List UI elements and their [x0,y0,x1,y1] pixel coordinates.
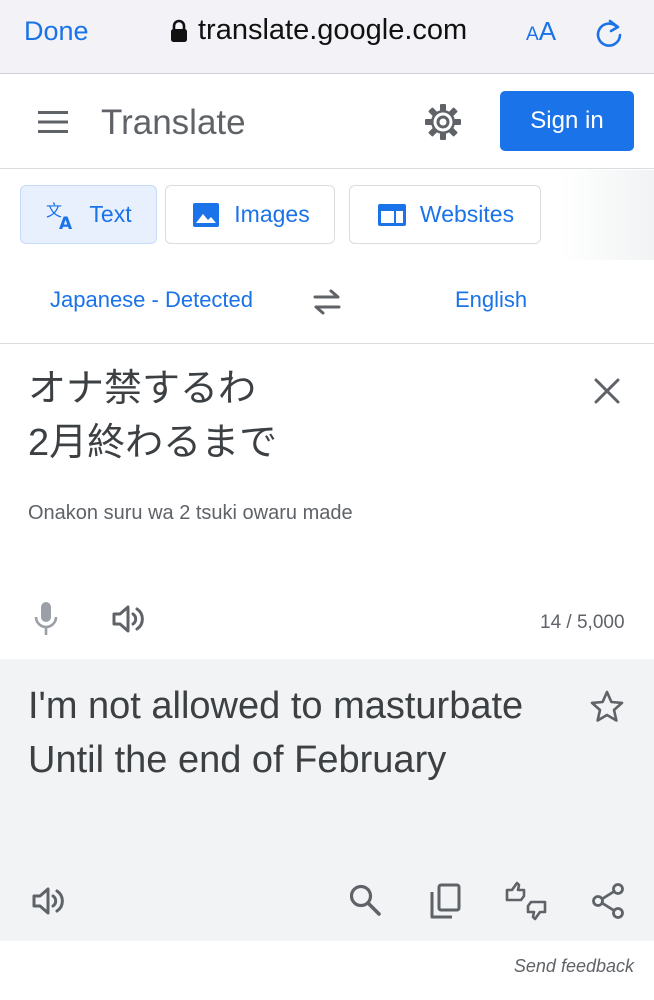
share-icon[interactable] [590,882,626,920]
close-icon[interactable] [593,377,621,405]
menu-icon[interactable] [36,108,70,136]
image-icon [193,202,220,227]
search-icon[interactable] [348,883,382,917]
done-button[interactable]: Done [24,16,89,47]
gear-icon[interactable] [423,102,463,142]
lock-icon [171,19,187,42]
swap-languages-icon[interactable] [311,286,343,318]
source-romanization: Onakon suru wa 2 tsuki owaru made [28,502,353,524]
app-title: Translate [101,103,246,142]
tab-images-label: Images [234,201,310,227]
reload-icon[interactable] [594,17,624,49]
tabs-scroll-fade [560,170,654,260]
text-size-large-label: A [538,16,557,46]
tab-images[interactable]: Images [165,185,335,244]
text-size-small-label: A [526,24,539,45]
microphone-icon[interactable] [31,600,61,638]
source-language-button[interactable]: Japanese - Detected [50,287,253,313]
website-icon [377,203,406,226]
target-language-button[interactable]: English [455,287,527,313]
rate-translation-icon[interactable] [504,880,548,922]
tab-websites-label: Websites [419,201,515,227]
tab-text[interactable]: 文 A Text [20,185,157,244]
send-feedback-link[interactable]: Send feedback [514,956,634,977]
svg-text:A: A [59,214,73,231]
translation-output: I'm not allowed to masturbate Until the … [28,685,524,781]
tab-websites[interactable]: Websites [349,185,541,244]
translate-icon: 文 A [46,201,73,231]
tab-text-label: Text [89,201,132,227]
copy-icon[interactable] [428,882,462,920]
url-text: translate.google.com [198,14,468,46]
text-size-button[interactable]: AA [526,16,556,47]
divider [0,343,654,344]
app-header: Translate Sign in [0,75,654,169]
star-icon[interactable] [589,689,625,725]
speaker-icon[interactable] [110,601,146,637]
character-count: 14 / 5,000 [540,612,625,633]
sign-in-button[interactable]: Sign in [500,91,634,151]
source-text-input[interactable]: オナ禁するわ 2月終わるまで [28,362,548,470]
address-bar[interactable]: translate.google.com [170,14,467,47]
speaker-icon[interactable] [30,883,66,919]
browser-toolbar: Done translate.google.com AA [0,0,654,74]
